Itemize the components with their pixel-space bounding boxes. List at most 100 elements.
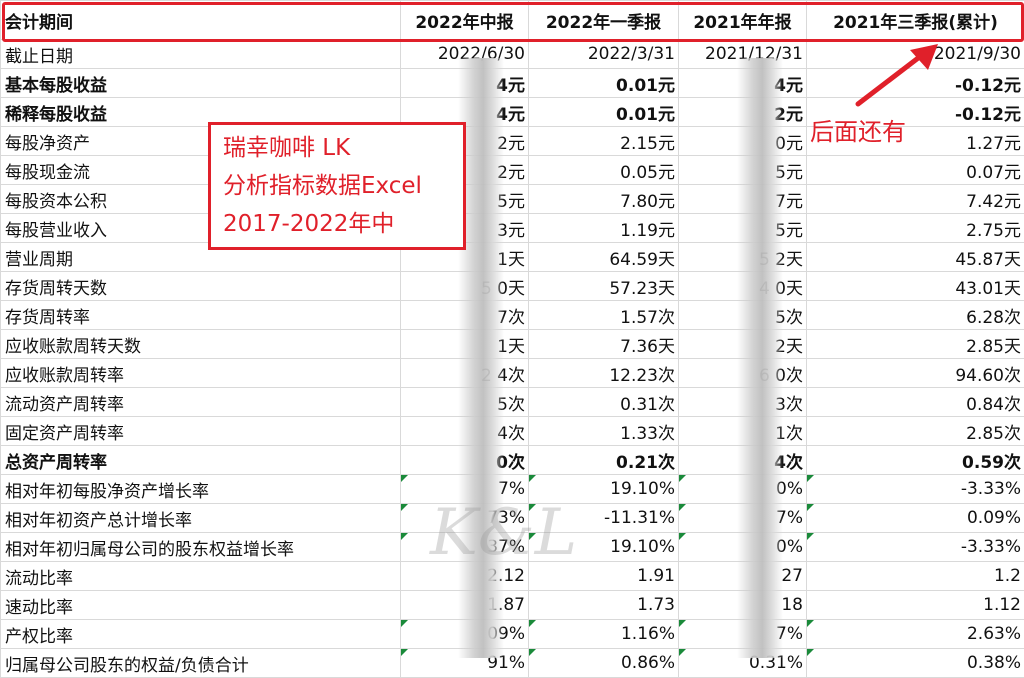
cell-value[interactable]: 6.28次: [807, 301, 1024, 330]
table-row: 存货周转天数5 0天57.23天4 0天43.01天: [1, 272, 1024, 301]
row-label[interactable]: 速动比率: [1, 591, 401, 620]
table-row: 总资产周转率0次0.21次4次0.59次: [1, 446, 1024, 475]
cell-text: 1.19元: [620, 221, 675, 241]
header-period-4[interactable]: 2021年三季报(累计): [807, 1, 1024, 40]
table-row: 应收账款周转天数1天7.36天2天2.85天: [1, 330, 1024, 359]
cell-value[interactable]: 2.63%: [807, 620, 1024, 649]
error-flag-icon: [529, 649, 536, 656]
cell-text: 1.27元: [966, 134, 1021, 154]
cell-value[interactable]: 2.85次: [807, 417, 1024, 446]
table-row: 每股营业收入3元1.19元5元2.75元: [1, 214, 1024, 243]
cell-text: 43.01天: [955, 279, 1021, 299]
error-flag-icon: [807, 533, 814, 540]
callout-line-1: 瑞幸咖啡 LK: [223, 129, 451, 167]
cell-value[interactable]: 1.33次: [529, 417, 679, 446]
cell-value[interactable]: 7.36天: [529, 330, 679, 359]
cell-value[interactable]: 1.19元: [529, 214, 679, 243]
cell-value[interactable]: 0.21次: [529, 446, 679, 475]
table-row: 固定资产周转率4次1.33次1次2.85次: [1, 417, 1024, 446]
cell-text: 0.84次: [966, 395, 1021, 415]
row-label[interactable]: 相对年初归属母公司的股东权益增长率: [1, 533, 401, 562]
cell-value[interactable]: 1.16%: [529, 620, 679, 649]
cell-value[interactable]: 0.07元: [807, 156, 1024, 185]
row-label[interactable]: 相对年初每股净资产增长率: [1, 475, 401, 504]
cell-value[interactable]: 7.80元: [529, 185, 679, 214]
arrow-icon: [846, 42, 946, 112]
row-label[interactable]: 相对年初资产总计增长率: [1, 504, 401, 533]
cell-value[interactable]: 0.01元: [529, 69, 679, 98]
cell-text: 0.59次: [962, 453, 1021, 473]
cell-text: 2.75元: [966, 221, 1021, 241]
cell-value[interactable]: 0.05元: [529, 156, 679, 185]
cell-text: 2.63%: [967, 624, 1021, 644]
cell-text: 1.2: [994, 566, 1021, 586]
cell-value[interactable]: 45.87天: [807, 243, 1024, 272]
callout-line-2: 分析指标数据Excel: [223, 167, 451, 205]
cell-value[interactable]: 0.09%: [807, 504, 1024, 533]
error-flag-icon: [401, 533, 408, 540]
cell-value[interactable]: 64.59天: [529, 243, 679, 272]
row-label[interactable]: 产权比率: [1, 620, 401, 649]
cell-value[interactable]: 2.15元: [529, 127, 679, 156]
cell-value[interactable]: -3.33%: [807, 475, 1024, 504]
title-callout: 瑞幸咖啡 LK 分析指标数据Excel 2017-2022年中: [208, 122, 466, 250]
cell-text: 57.23天: [609, 279, 675, 299]
cell-value[interactable]: 94.60次: [807, 359, 1024, 388]
cell-text: 94.60次: [955, 366, 1021, 386]
row-label[interactable]: 截止日期: [1, 40, 401, 69]
cell-value[interactable]: 0.86%: [529, 649, 679, 678]
table-row: 应收账款周转率2 4次12.23次6 0次94.60次: [1, 359, 1024, 388]
cell-text: 12.23次: [609, 366, 675, 386]
cell-value[interactable]: 0.84次: [807, 388, 1024, 417]
header-row: 会计期间2022年中报2022年一季报2021年年报2021年三季报(累计): [1, 1, 1024, 40]
row-label[interactable]: 归属母公司股东的权益/负债合计: [1, 649, 401, 678]
cell-value[interactable]: 1.73: [529, 591, 679, 620]
header-period-label[interactable]: 会计期间: [1, 1, 401, 40]
table-row: 每股现金流2元0.05元5元0.07元: [1, 156, 1024, 185]
cell-value[interactable]: 12.23次: [529, 359, 679, 388]
cell-value[interactable]: 43.01天: [807, 272, 1024, 301]
cell-value[interactable]: 0.01元: [529, 98, 679, 127]
table-row: 每股资本公积5元7.80元7元7.42元: [1, 185, 1024, 214]
error-flag-icon: [401, 620, 408, 627]
row-label[interactable]: 总资产周转率: [1, 446, 401, 475]
cell-value[interactable]: 1.12: [807, 591, 1024, 620]
header-period-3[interactable]: 2021年年报: [679, 1, 807, 40]
cell-value[interactable]: 2022/3/31: [529, 40, 679, 69]
row-label[interactable]: 存货周转率: [1, 301, 401, 330]
header-period-1[interactable]: 2022年中报: [401, 1, 529, 40]
cell-text: 2.15元: [620, 134, 675, 154]
cell-text: 2.85天: [966, 337, 1021, 357]
error-flag-icon: [679, 475, 686, 482]
cell-text: 18: [781, 595, 803, 615]
more-data-note: 后面还有: [810, 112, 906, 147]
error-flag-icon: [679, 533, 686, 540]
cell-value[interactable]: 0.59次: [807, 446, 1024, 475]
row-label[interactable]: 流动资产周转率: [1, 388, 401, 417]
cell-value[interactable]: 1.57次: [529, 301, 679, 330]
row-label[interactable]: 应收账款周转率: [1, 359, 401, 388]
cell-value[interactable]: 7.42元: [807, 185, 1024, 214]
row-label[interactable]: 存货周转天数: [1, 272, 401, 301]
cell-value[interactable]: 0.31次: [529, 388, 679, 417]
cell-value[interactable]: 0.38%: [807, 649, 1024, 678]
table-row: 流动资产周转率5次0.31次3次0.84次: [1, 388, 1024, 417]
cell-text: 0.05元: [620, 163, 675, 183]
cell-value[interactable]: -3.33%: [807, 533, 1024, 562]
row-label[interactable]: 应收账款周转天数: [1, 330, 401, 359]
row-label[interactable]: 流动比率: [1, 562, 401, 591]
cell-value[interactable]: 2.85天: [807, 330, 1024, 359]
cell-text: -3.33%: [961, 537, 1021, 557]
cell-text: -0.12元: [955, 105, 1021, 125]
watermark-logo: K&L: [420, 492, 620, 572]
cell-value[interactable]: 1.2: [807, 562, 1024, 591]
header-period-2[interactable]: 2022年一季报: [529, 1, 679, 40]
row-label[interactable]: 固定资产周转率: [1, 417, 401, 446]
cell-value[interactable]: 2.75元: [807, 214, 1024, 243]
error-flag-icon: [679, 504, 686, 511]
error-flag-icon: [679, 620, 686, 627]
error-flag-icon: [807, 649, 814, 656]
cell-value[interactable]: 57.23天: [529, 272, 679, 301]
row-label[interactable]: 基本每股收益: [1, 69, 401, 98]
cell-text: 0.01元: [616, 105, 675, 125]
